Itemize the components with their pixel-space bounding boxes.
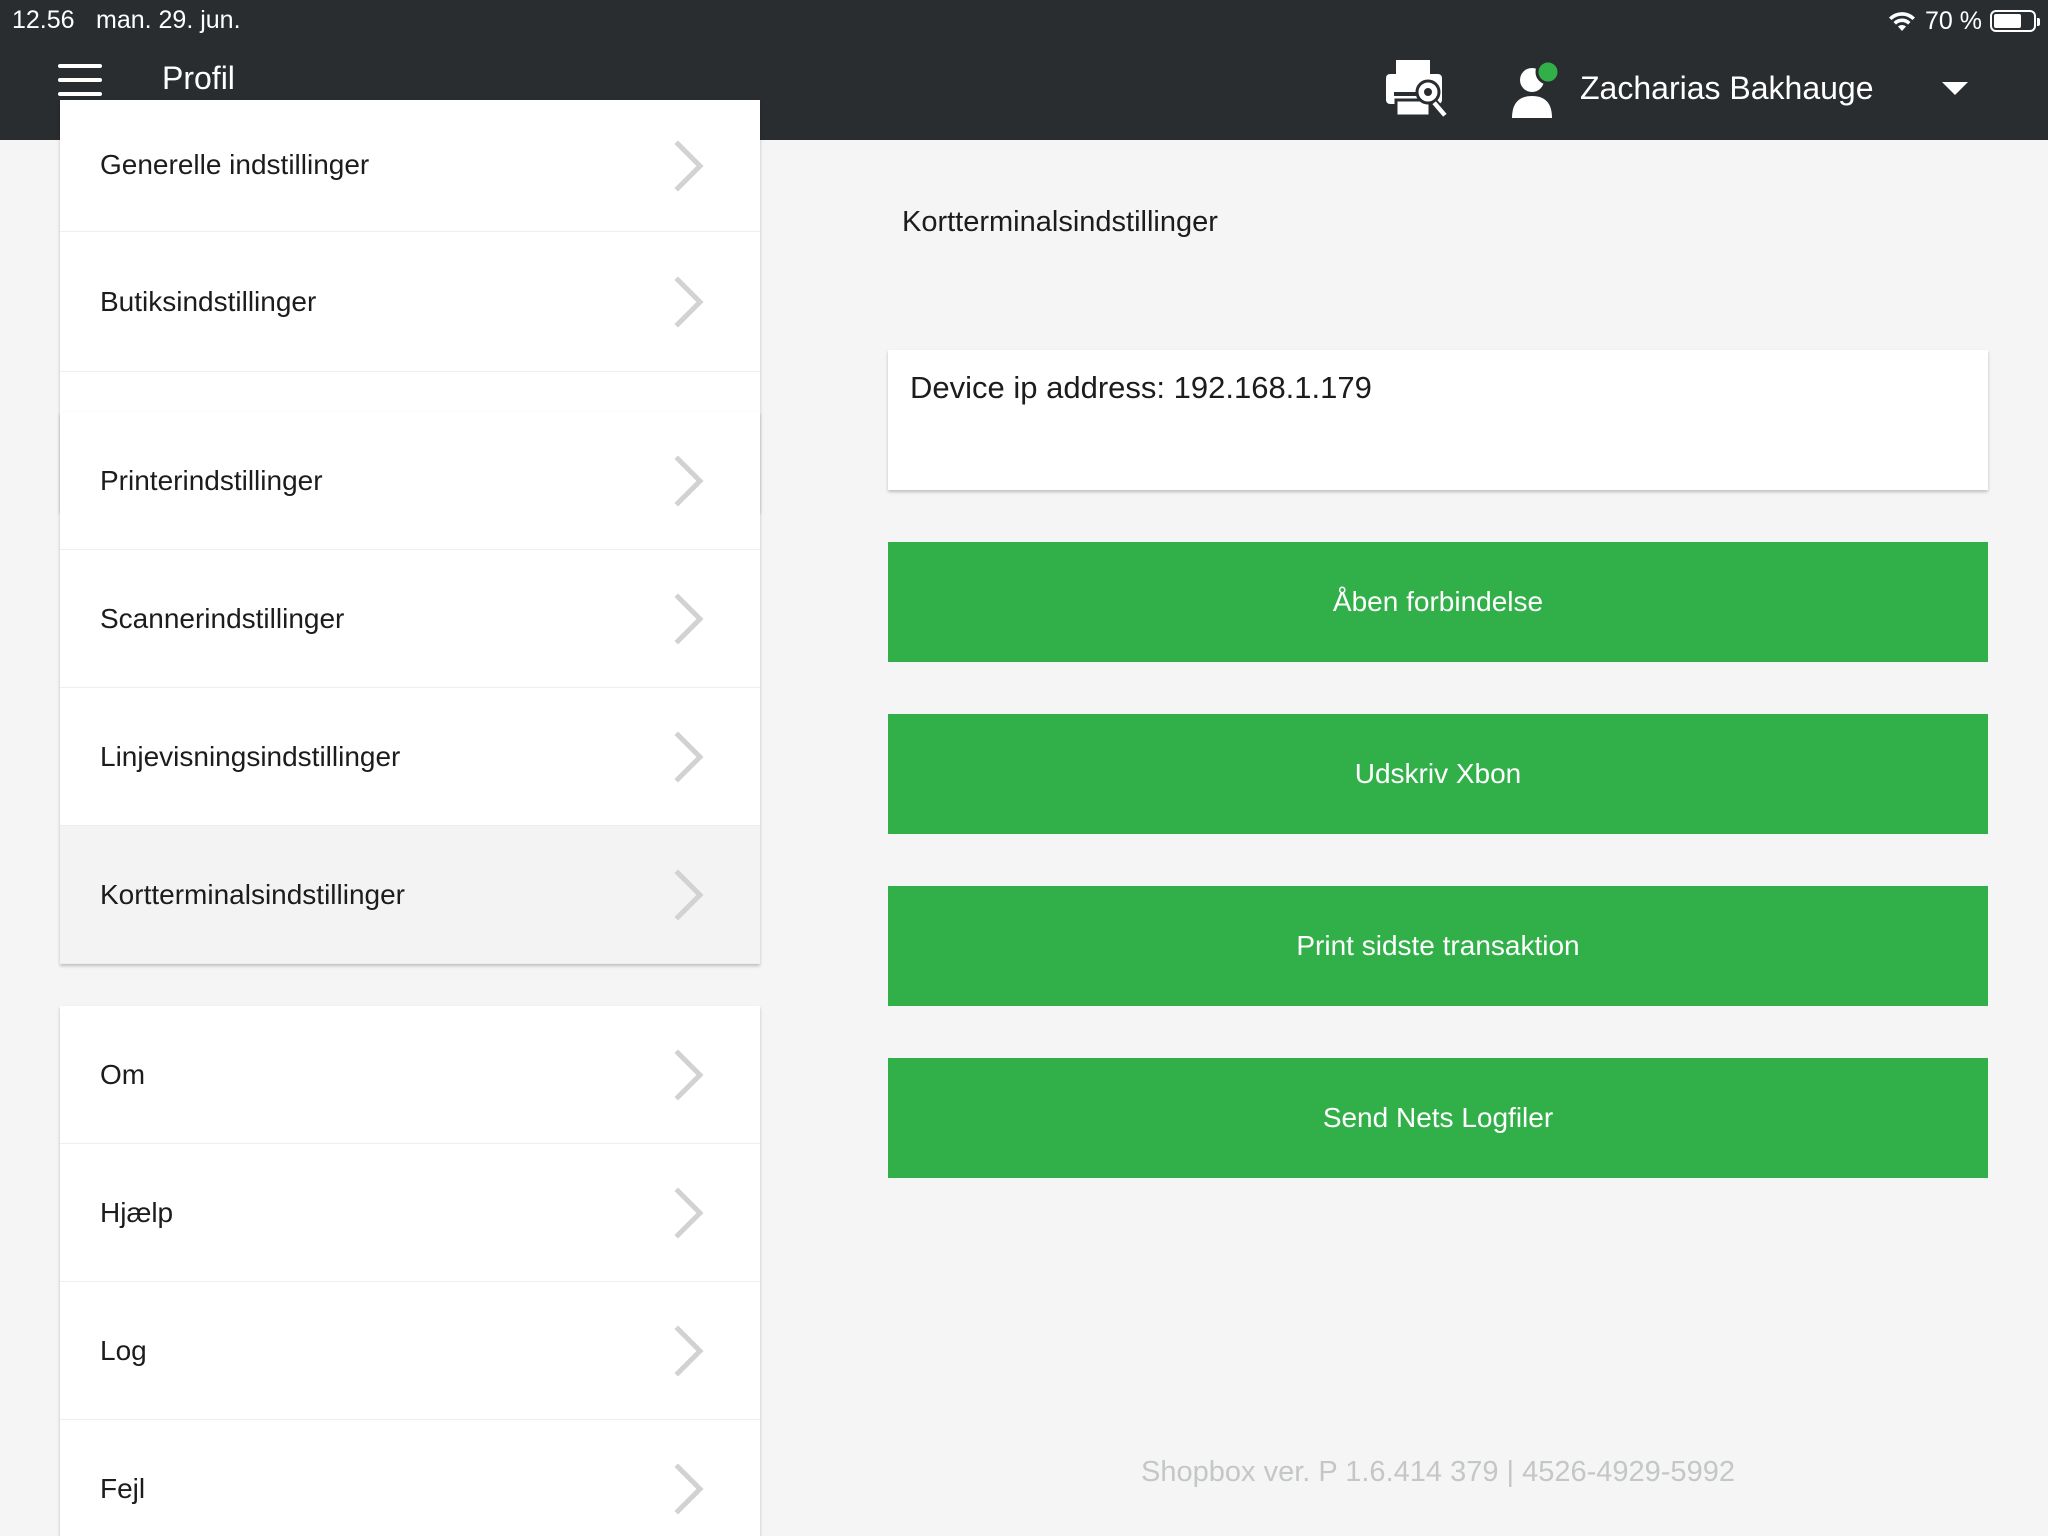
status-indicators: 70 % xyxy=(1887,4,2040,38)
chevron-right-icon xyxy=(672,1462,706,1515)
chevron-right-icon xyxy=(672,454,706,507)
print-xbon-button[interactable]: Udskriv Xbon xyxy=(888,714,1988,834)
hamburger-menu-icon[interactable] xyxy=(58,64,102,96)
sidebar-item-label: Hjælp xyxy=(100,1196,174,1228)
battery-level xyxy=(1994,14,2021,28)
chevron-right-icon xyxy=(672,139,706,192)
sidebar-item-fejl[interactable]: Fejl xyxy=(60,1420,760,1536)
sidebar-item-generelle-indstillinger[interactable]: Generelle indstillinger xyxy=(60,100,760,232)
wifi-icon xyxy=(1889,12,1916,31)
sidebar-item-label: Kortterminalsindstillinger xyxy=(100,878,406,910)
sidebar-item-label: Printerindstillinger xyxy=(100,464,323,496)
user-name[interactable]: Zacharias Bakhauge xyxy=(1580,70,1874,107)
chevron-right-icon xyxy=(672,592,706,645)
printer-settings-icon[interactable] xyxy=(1382,58,1454,120)
sidebar-item-log[interactable]: Log xyxy=(60,1282,760,1420)
sidebar-item-label: Scannerindstillinger xyxy=(100,602,345,634)
settings-group-info: Om Hjælp Log Fejl xyxy=(60,1006,760,1536)
status-date: man. 29. jun. xyxy=(96,6,241,34)
chevron-down-icon[interactable] xyxy=(1942,82,1968,95)
user-avatar-icon xyxy=(1512,59,1561,118)
battery-percentage: 70 % xyxy=(1925,6,1982,35)
settings-group-devices: Printerindstillinger Scannerindstillinger… xyxy=(60,412,760,964)
status-time: 12.56 xyxy=(12,6,75,34)
chevron-right-icon xyxy=(672,275,706,328)
sidebar-item-kortterminalsindstillinger[interactable]: Kortterminalsindstillinger xyxy=(60,826,760,964)
sidebar-item-linjevisningsindstillinger[interactable]: Linjevisningsindstillinger xyxy=(60,688,760,826)
device-ip-address: Device ip address: 192.168.1.179 xyxy=(910,370,1372,405)
print-last-transaction-button[interactable]: Print sidste transaktion xyxy=(888,886,1988,1006)
sidebar-item-scannerindstillinger[interactable]: Scannerindstillinger xyxy=(60,550,760,688)
device-ip-panel: Device ip address: 192.168.1.179 xyxy=(888,350,1988,490)
sidebar-item-label: Log xyxy=(100,1334,147,1366)
chevron-right-icon xyxy=(672,730,706,783)
sidebar-item-label: Butiksindstillinger xyxy=(100,285,317,317)
sidebar-item-om[interactable]: Om xyxy=(60,1006,760,1144)
page-title: Profil xyxy=(162,60,235,96)
sidebar-item-hj-lp[interactable]: Hjælp xyxy=(60,1144,760,1282)
settings-sidebar: Generelle indstillinger Butiksindstilling… xyxy=(60,100,760,1536)
version-info: Shopbox ver. P 1.6.414 379 | 4526-4929-5… xyxy=(1141,1456,1735,1488)
sidebar-item-printerindstillinger[interactable]: Printerindstillinger xyxy=(60,412,760,550)
section-title: Kortterminalsindstillinger xyxy=(902,206,1218,238)
chevron-right-icon xyxy=(672,1186,706,1239)
sidebar-item-butiksindstillinger[interactable]: Butiksindstillinger xyxy=(60,232,760,372)
send-nets-logfiles-button[interactable]: Send Nets Logfiler xyxy=(888,1058,1988,1178)
sidebar-item-label: Om xyxy=(100,1058,146,1090)
open-connection-button[interactable]: Åben forbindelse xyxy=(888,542,1988,662)
battery-icon xyxy=(1990,10,2040,32)
sidebar-item-label: Generelle indstillinger xyxy=(100,149,370,180)
sidebar-item-label: Linjevisningsindstillinger xyxy=(100,740,401,772)
chevron-right-icon xyxy=(672,868,706,921)
chevron-right-icon xyxy=(672,1048,706,1101)
sidebar-item-label: Fejl xyxy=(100,1472,146,1504)
chevron-right-icon xyxy=(672,1324,706,1377)
